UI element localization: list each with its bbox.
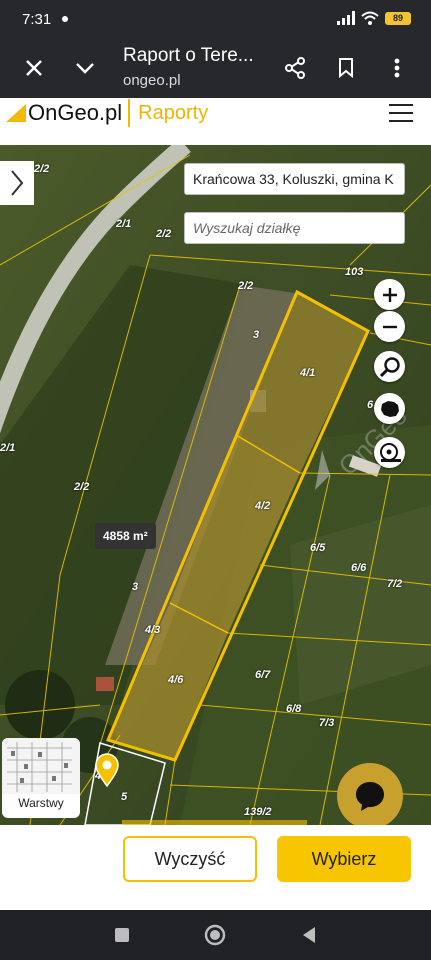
close-icon	[26, 60, 42, 76]
parcel-label: 4/3	[145, 624, 161, 636]
action-bar: Wyczyść Wybierz	[0, 825, 431, 910]
close-tab-button[interactable]	[18, 52, 50, 84]
parcel-label: 6/7	[255, 669, 271, 681]
system-navigation-bar	[0, 910, 431, 960]
minimize-button[interactable]	[69, 52, 101, 84]
parcel-label: 6/6	[351, 562, 367, 574]
bookmark-icon	[339, 58, 353, 78]
layers-button[interactable]: Warstwy	[2, 738, 80, 818]
browser-toolbar: Raport o Tere... ongeo.pl	[0, 38, 431, 98]
location-pin-icon[interactable]	[95, 753, 119, 787]
clear-button[interactable]: Wyczyść	[123, 836, 257, 882]
logo-triangle-icon	[6, 104, 26, 122]
site-header: OnGeo.pl Raporty	[0, 98, 431, 145]
minus-icon	[382, 325, 397, 328]
parcel-label: 7/2	[387, 578, 403, 590]
back-triangle-icon	[303, 927, 315, 943]
parcel-label: 3	[253, 329, 260, 341]
logo-section: Raporty	[138, 101, 209, 124]
area-measurement: 4858 m²	[95, 523, 156, 549]
home-button[interactable]	[203, 923, 227, 947]
share-button[interactable]	[279, 52, 311, 84]
address-field[interactable]: Krańcowa 33, Koluszki, gmina K	[184, 163, 405, 195]
parcel-label: 6/8	[286, 703, 302, 715]
measure-tool-button[interactable]	[374, 437, 405, 468]
plus-icon	[382, 287, 397, 302]
home-circle-icon	[204, 924, 226, 946]
chevron-down-icon	[76, 63, 94, 74]
parcel-label: 7/3	[319, 717, 335, 729]
notification-dot-icon	[62, 16, 68, 22]
recent-apps-button[interactable]	[110, 923, 134, 947]
status-icons: 89	[337, 11, 411, 25]
battery-icon: 89	[385, 11, 411, 25]
parcel-label: 5	[121, 791, 128, 803]
status-time: 7:31	[22, 11, 52, 28]
country-view-button[interactable]	[374, 393, 405, 424]
logo-text: OnGeo.pl	[28, 100, 123, 125]
status-bar: 7:31 89	[0, 0, 431, 38]
parcel-label: 4/6	[168, 674, 184, 686]
chat-button[interactable]	[337, 763, 403, 825]
share-icon	[285, 57, 305, 79]
signal-icon	[337, 11, 355, 25]
layers-thumbnail-icon	[2, 738, 80, 794]
chat-bubble-icon	[356, 782, 384, 811]
parcel-label: 2/2	[74, 481, 90, 493]
hamburger-menu-icon[interactable]	[389, 104, 413, 124]
layers-label: Warstwy	[18, 796, 64, 810]
parcel-label: 2/2	[156, 228, 172, 240]
satellite-map: OnGeo	[0, 145, 431, 825]
screen: 7:31 89 Raport o Tere... ongeo.pl OnGeo.…	[0, 0, 431, 960]
tape-measure-icon	[379, 442, 401, 462]
bookmark-button[interactable]	[330, 52, 362, 84]
parcel-label: 4/1	[300, 367, 316, 379]
page-domain: ongeo.pl	[123, 72, 181, 89]
parcel-search-input[interactable]: Wyszukaj działkę	[184, 212, 405, 244]
parcel-label: 6/5	[310, 542, 326, 554]
parcel-label: 2/1	[116, 218, 132, 230]
ongeo-logo[interactable]: OnGeo.pl Raporty	[6, 98, 208, 128]
logo-divider	[128, 99, 131, 127]
parcel-label: 6	[367, 399, 374, 411]
more-vert-icon	[394, 58, 400, 78]
parcel-label: 2/2	[238, 280, 254, 292]
more-menu-button[interactable]	[381, 52, 413, 84]
zoom-out-button[interactable]	[374, 311, 405, 342]
parcel-label: 2/2	[34, 163, 50, 175]
poland-map-icon	[380, 400, 399, 417]
search-map-button[interactable]	[374, 351, 405, 382]
zoom-in-button[interactable]	[374, 279, 405, 310]
page-title: Raport o Tere...	[123, 45, 254, 66]
side-panel-toggle[interactable]	[0, 161, 34, 205]
parcel-label: 103	[345, 266, 364, 278]
chevron-right-icon	[11, 170, 24, 196]
wifi-icon	[361, 11, 379, 25]
parcel-label: 139/2	[244, 806, 272, 818]
parcel-label: 3	[132, 581, 139, 593]
parcel-label: 2/1	[0, 442, 16, 454]
back-button[interactable]	[297, 923, 321, 947]
parcel-label: 4/2	[255, 500, 271, 512]
select-button[interactable]: Wybierz	[277, 836, 411, 882]
magnifier-icon	[379, 356, 400, 377]
map-view[interactable]: OnGeo 2/2 2/1 2/2 2/2 103 3 4/1 6 2/1 2/…	[0, 145, 431, 825]
square-icon	[115, 928, 129, 942]
